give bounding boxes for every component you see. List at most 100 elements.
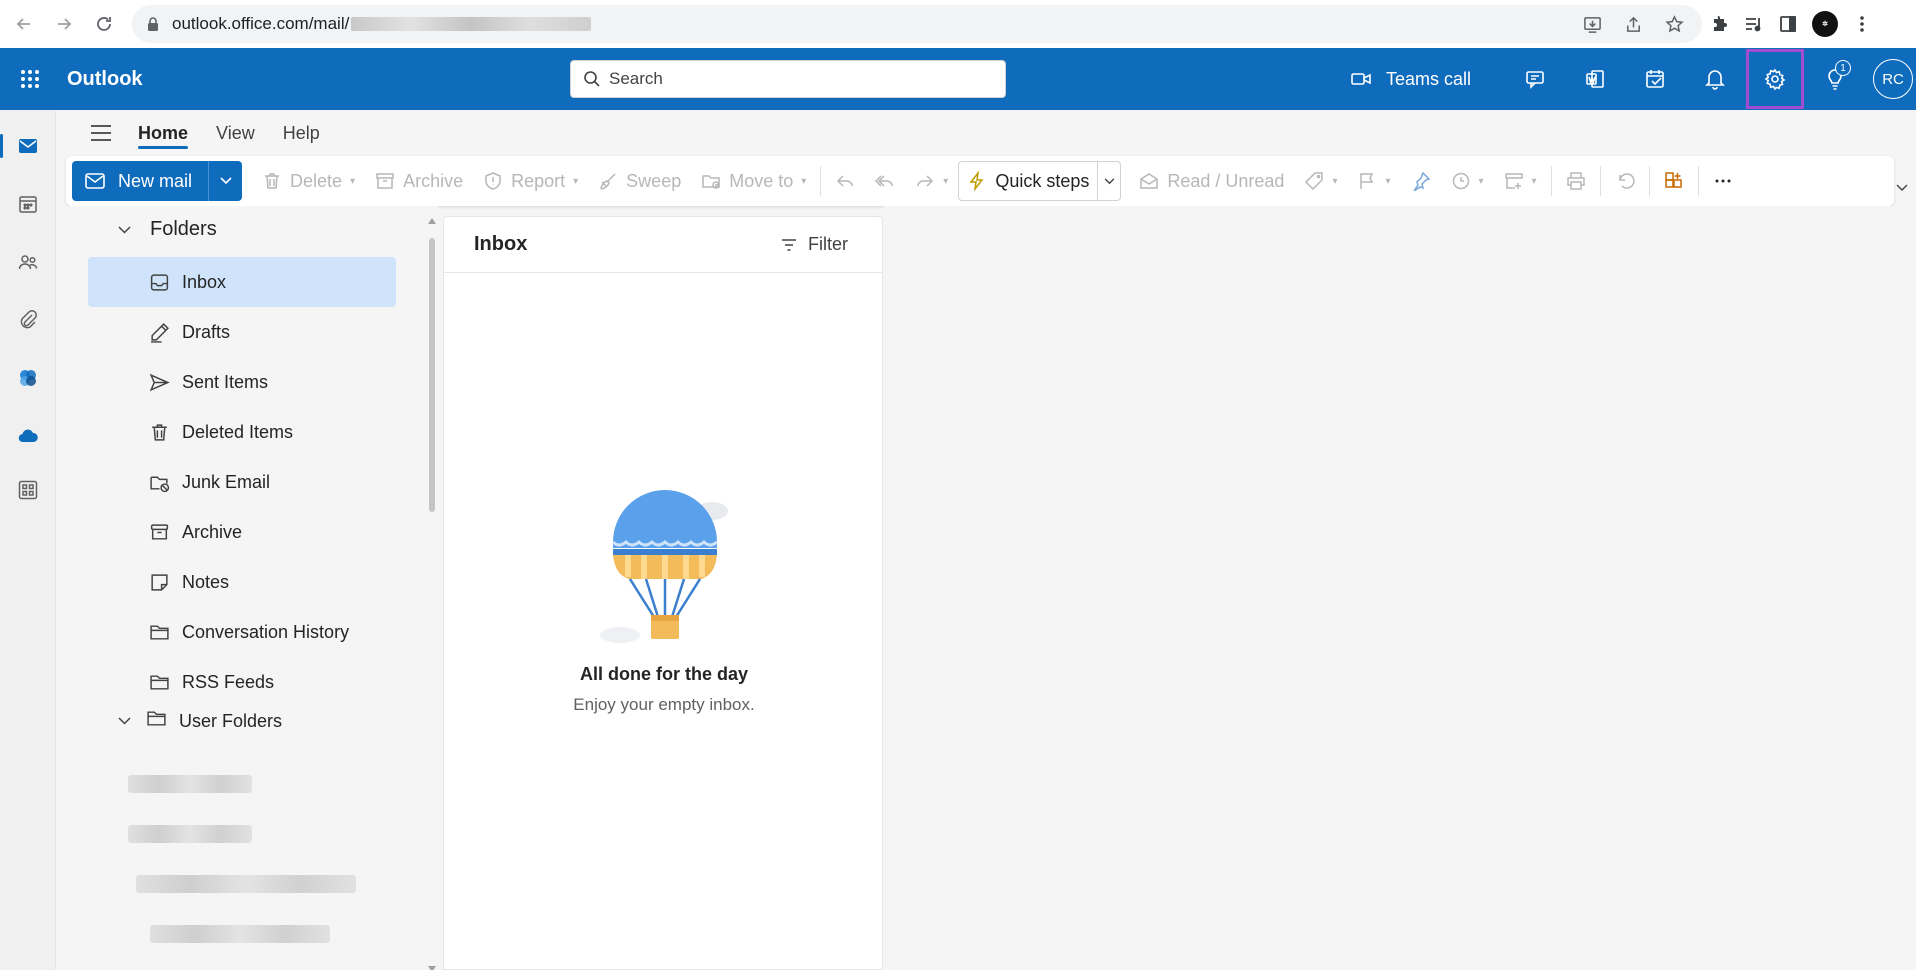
- pin-button[interactable]: [1401, 161, 1441, 201]
- address-bar[interactable]: outlook.office.com/mail/: [132, 5, 1702, 43]
- app-launcher-button[interactable]: [10, 59, 50, 99]
- hamburger-icon: [91, 125, 111, 141]
- reload-button[interactable]: [84, 4, 124, 44]
- filter-button[interactable]: Filter: [780, 234, 848, 255]
- send-icon: [148, 371, 170, 393]
- media-queue-icon[interactable]: [1744, 14, 1764, 34]
- header-actions: Teams call 1 RC: [1340, 48, 1914, 110]
- share-icon[interactable]: [1624, 15, 1643, 34]
- side-panel-icon[interactable]: [1778, 14, 1798, 34]
- blurred-folder[interactable]: [150, 925, 330, 943]
- rail-people[interactable]: [0, 240, 56, 284]
- blurred-folder[interactable]: [128, 825, 252, 843]
- move-to-button[interactable]: Move to ▾: [691, 161, 816, 201]
- flag-button[interactable]: ▾: [1347, 161, 1400, 201]
- rail-onedrive[interactable]: [0, 414, 56, 458]
- back-button[interactable]: [4, 4, 44, 44]
- teams-chat-button[interactable]: [1505, 48, 1565, 110]
- app-title[interactable]: Outlook: [67, 68, 143, 91]
- archive-button[interactable]: Archive: [365, 161, 473, 201]
- scroll-down-arrow[interactable]: [428, 966, 436, 970]
- ribbon-separator: [1599, 166, 1601, 196]
- scroll-up-arrow[interactable]: [428, 218, 436, 224]
- blurred-folder[interactable]: [136, 875, 356, 893]
- folder-notes[interactable]: Notes: [88, 557, 396, 607]
- categorize-button[interactable]: ▾: [1294, 161, 1347, 201]
- chevron-down-icon: [114, 717, 134, 725]
- install-app-icon[interactable]: [1583, 15, 1602, 34]
- scroll-thumb[interactable]: [429, 238, 435, 512]
- calendar-check-icon: [1646, 70, 1664, 88]
- account-avatar[interactable]: RC: [1873, 59, 1914, 99]
- bookmark-star-icon[interactable]: [1665, 14, 1684, 34]
- more-options-button[interactable]: [1703, 161, 1743, 201]
- puzzle-icon[interactable]: [1710, 14, 1730, 34]
- folder-scrollbar[interactable]: [428, 214, 436, 970]
- folder-conversation-history[interactable]: Conversation History: [88, 607, 396, 657]
- blurred-folder[interactable]: [128, 775, 252, 793]
- snooze-button[interactable]: ▾: [1441, 161, 1494, 201]
- new-mail-button[interactable]: New mail: [72, 161, 209, 201]
- folder-junk-email[interactable]: Junk Email: [88, 457, 396, 507]
- rail-mail[interactable]: [0, 124, 56, 168]
- teams-call-label: Teams call: [1386, 68, 1472, 89]
- rail-more-apps[interactable]: [0, 468, 56, 512]
- folder-drafts[interactable]: Drafts: [88, 307, 396, 357]
- apps-button[interactable]: [1654, 161, 1694, 201]
- new-mail-dropdown[interactable]: [208, 161, 243, 201]
- tab-help[interactable]: Help: [269, 113, 334, 153]
- archive-icon: [148, 521, 170, 543]
- folder-deleted-items[interactable]: Deleted Items: [88, 407, 396, 457]
- chevron-down-icon: ▾: [350, 175, 356, 187]
- inbox-icon: [148, 271, 170, 293]
- tab-view[interactable]: View: [202, 113, 269, 153]
- report-button[interactable]: Report ▾: [473, 161, 588, 201]
- loop-app-icon: [20, 370, 36, 386]
- sweep-label: Sweep: [626, 170, 682, 191]
- folder-rss-feeds[interactable]: RSS Feeds: [88, 657, 396, 707]
- forward-button[interactable]: [44, 4, 84, 44]
- tab-home[interactable]: Home: [124, 113, 202, 153]
- notifications-button[interactable]: [1685, 48, 1745, 110]
- read-unread-label: Read / Unread: [1167, 170, 1285, 191]
- more-horizontal-icon: [1715, 179, 1731, 183]
- profile-avatar[interactable]: ✲: [1812, 11, 1838, 37]
- forward-button[interactable]: ▾: [905, 161, 958, 201]
- more-vertical-icon[interactable]: [1852, 14, 1872, 34]
- folders-header[interactable]: Folders: [114, 218, 217, 241]
- quick-steps-dropdown[interactable]: [1098, 177, 1120, 185]
- reply-all-button[interactable]: [865, 161, 905, 201]
- rail-files[interactable]: [0, 298, 56, 342]
- sweep-button[interactable]: Sweep: [588, 161, 691, 201]
- mail-icon: [19, 139, 37, 153]
- folder-archive[interactable]: Archive: [88, 507, 396, 557]
- new-mail-label: New mail: [118, 170, 193, 191]
- folder-inbox[interactable]: Inbox: [88, 257, 396, 307]
- search-box[interactable]: [570, 60, 1006, 98]
- navigation-pane-toggle[interactable]: [78, 113, 124, 153]
- rail-calendar[interactable]: [0, 182, 56, 226]
- quick-steps-button[interactable]: Quick steps: [959, 162, 1099, 200]
- rules-button[interactable]: ▾: [1494, 161, 1547, 201]
- word-app-button[interactable]: [1565, 48, 1625, 110]
- read-unread-button[interactable]: Read / Unread: [1129, 161, 1294, 201]
- chevron-down-icon[interactable]: [1896, 184, 1908, 192]
- tips-button[interactable]: 1: [1805, 48, 1865, 110]
- folder-sent-items[interactable]: Sent Items: [88, 357, 396, 407]
- todo-button[interactable]: [1625, 48, 1685, 110]
- print-button[interactable]: [1556, 161, 1596, 201]
- undo-button[interactable]: [1605, 161, 1645, 201]
- add-apps-icon: [1664, 172, 1682, 188]
- delete-button[interactable]: Delete ▾: [252, 161, 365, 201]
- ribbon-separator: [1648, 166, 1650, 196]
- new-mail-split-button: New mail: [72, 161, 243, 201]
- search-input[interactable]: [609, 69, 989, 89]
- filter-icon: [782, 238, 796, 251]
- lightning-icon: [969, 171, 984, 191]
- reply-button[interactable]: [825, 161, 865, 201]
- rail-org-explorer[interactable]: [0, 356, 56, 400]
- teams-call-button[interactable]: Teams call: [1340, 68, 1481, 90]
- settings-button[interactable]: [1745, 48, 1805, 110]
- paperclip-icon: [20, 310, 37, 329]
- user-folders-header[interactable]: User Folders: [114, 708, 282, 734]
